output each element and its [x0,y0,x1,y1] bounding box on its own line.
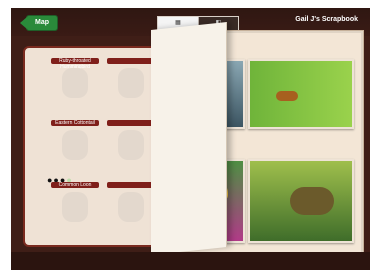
sticker-label: Ruby-throated Hummingbird [51,58,99,70]
silhouette-icon [62,68,88,98]
flipping-page[interactable] [151,22,227,255]
silhouette-icon [62,192,88,222]
silhouette-icon [62,130,88,160]
photo-corner [250,234,257,241]
sticker-slot[interactable] [107,182,155,228]
scrapbook-title: Gail J's Scrapbook [295,16,358,23]
frog-icon [276,91,298,101]
photo-corner [345,120,352,127]
sticker-slot[interactable]: Common Loon [51,182,99,228]
photo-corner [250,120,257,127]
bottom-bar [11,252,370,270]
sticker-slot[interactable] [107,58,155,104]
photo-corner [236,234,243,241]
sticker-label [107,58,155,64]
left-page: Ruby-throated Hummingbird Eastern Cotton… [23,46,172,265]
sticker-label: Eastern Cottontail [51,120,99,126]
photo-corner [236,120,243,127]
silhouette-icon [118,68,144,98]
photo-corner [236,161,243,168]
turtle-icon [290,187,334,215]
silhouette-icon [118,130,144,160]
photo-corner [345,61,352,68]
app-screen: Map ▦ ◧ Gail J's Scrapbook Ruby-throated… [11,8,370,270]
sticker-slot[interactable] [107,120,155,166]
silhouette-icon [118,192,144,222]
photo-frog[interactable] [248,59,354,129]
photo-corner [250,161,257,168]
grid-icon: ▦ [175,20,181,26]
photo-turtle[interactable] [248,159,354,243]
photo-corner [250,61,257,68]
photo-corner [345,161,352,168]
sticker-slot[interactable]: Eastern Cottontail [51,120,99,166]
sticker-label: Common Loon [51,182,99,188]
sticker-slot[interactable]: Ruby-throated Hummingbird [51,58,99,104]
map-button[interactable]: Map [20,15,58,31]
photo-corner [236,61,243,68]
sticker-label [107,120,155,126]
photo-corner [345,234,352,241]
sticker-label [107,182,155,188]
